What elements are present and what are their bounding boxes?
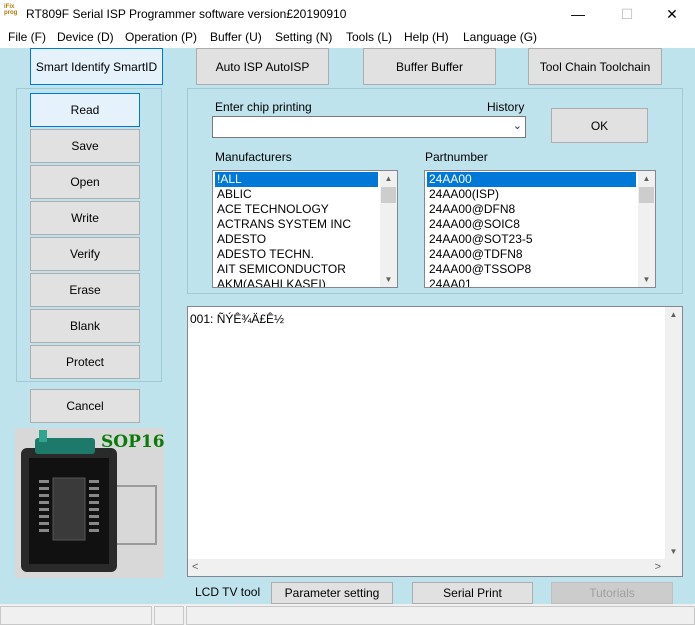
manufacturers-list[interactable]: !ALL ABLIC ACE TECHNOLOGY ACTRANS SYSTEM… bbox=[212, 170, 398, 288]
log-line: 001: ÑÝÊ¾Ä£Ê½ bbox=[190, 312, 285, 326]
list-item[interactable]: 24AA00@SOIC8 bbox=[427, 217, 636, 232]
maximize-button[interactable]: ☐ bbox=[604, 0, 650, 28]
list-item[interactable]: 24AA00 bbox=[427, 172, 636, 187]
protect-button[interactable]: Protect bbox=[30, 345, 140, 379]
status-bar bbox=[0, 604, 695, 625]
list-item[interactable]: ADESTO bbox=[215, 232, 378, 247]
write-button[interactable]: Write bbox=[30, 201, 140, 235]
cancel-button[interactable]: Cancel bbox=[30, 389, 140, 423]
scroll-up-icon[interactable]: ▲ bbox=[380, 171, 397, 186]
window-title: RT809F Serial ISP Programmer software ve… bbox=[26, 7, 347, 21]
serial-print-button[interactable]: Serial Print bbox=[412, 582, 533, 604]
list-item[interactable]: ACTRANS SYSTEM INC bbox=[215, 217, 378, 232]
scroll-thumb[interactable] bbox=[381, 187, 396, 203]
menu-help[interactable]: Help (H) bbox=[404, 30, 449, 44]
partnumber-label: Partnumber bbox=[425, 150, 488, 164]
minimize-button[interactable]: — bbox=[555, 0, 601, 28]
list-item[interactable]: !ALL bbox=[215, 172, 378, 187]
list-item[interactable]: ACE TECHNOLOGY bbox=[215, 202, 378, 217]
ok-button[interactable]: OK bbox=[551, 108, 648, 143]
scroll-down-icon[interactable]: ▼ bbox=[665, 544, 682, 559]
read-button[interactable]: Read bbox=[30, 93, 140, 127]
tutorials-button[interactable]: Tutorials bbox=[551, 582, 673, 604]
list-item[interactable]: 24AA00@SOT23-5 bbox=[427, 232, 636, 247]
erase-button[interactable]: Erase bbox=[30, 273, 140, 307]
package-label: SOP16 bbox=[101, 432, 164, 452]
menu-file[interactable]: File (F) bbox=[8, 30, 46, 44]
enter-chip-label: Enter chip printing bbox=[215, 100, 312, 114]
partnumber-list[interactable]: 24AA00 24AA00(ISP) 24AA00@DFN8 24AA00@SO… bbox=[424, 170, 656, 288]
list-item[interactable]: AIT SEMICONDUCTOR bbox=[215, 262, 378, 277]
list-item[interactable]: 24AA00@TDFN8 bbox=[427, 247, 636, 262]
blank-button[interactable]: Blank bbox=[30, 309, 140, 343]
verify-button[interactable]: Verify bbox=[30, 237, 140, 271]
list-item[interactable]: 24AA00(ISP) bbox=[427, 187, 636, 202]
parameter-setting-button[interactable]: Parameter setting bbox=[271, 582, 393, 604]
status-cell bbox=[0, 606, 152, 625]
lcd-tv-tool-label: LCD TV tool bbox=[195, 585, 261, 599]
status-cell bbox=[154, 606, 184, 625]
log-output[interactable]: 001: ÑÝÊ¾Ä£Ê½ ▲ ▼ < > bbox=[187, 306, 683, 577]
smart-identify-button[interactable]: Smart Identify SmartID bbox=[30, 48, 163, 85]
list-item[interactable]: ADESTO TECHN. bbox=[215, 247, 378, 262]
save-button[interactable]: Save bbox=[30, 129, 140, 163]
log-horizontal-scrollbar[interactable]: < > bbox=[188, 559, 665, 576]
scroll-down-icon[interactable]: ▼ bbox=[638, 272, 655, 287]
menu-language[interactable]: Language (G) bbox=[463, 30, 537, 44]
package-image: SOP16 bbox=[15, 428, 164, 578]
auto-isp-button[interactable]: Auto ISP AutoISP bbox=[196, 48, 329, 85]
menu-operation[interactable]: Operation (P) bbox=[125, 30, 197, 44]
scroll-corner bbox=[665, 559, 682, 576]
menu-device[interactable]: Device (D) bbox=[57, 30, 114, 44]
scroll-right-icon[interactable]: > bbox=[655, 561, 661, 573]
open-button[interactable]: Open bbox=[30, 165, 140, 199]
manufacturers-scrollbar[interactable]: ▲ ▼ bbox=[380, 171, 397, 287]
list-item[interactable]: ABLIC bbox=[215, 187, 378, 202]
scroll-down-icon[interactable]: ▼ bbox=[380, 272, 397, 287]
chevron-down-icon: ⌄ bbox=[512, 120, 522, 132]
scroll-up-icon[interactable]: ▲ bbox=[665, 307, 682, 322]
menu-tools[interactable]: Tools (L) bbox=[346, 30, 392, 44]
list-item[interactable]: 24AA01 bbox=[427, 277, 636, 287]
title-bar: iFix prog RT809F Serial ISP Programmer so… bbox=[0, 0, 695, 28]
history-label: History bbox=[487, 100, 525, 114]
list-item[interactable]: 24AA00@TSSOP8 bbox=[427, 262, 636, 277]
list-item[interactable]: AKM(ASAHI KASEI) bbox=[215, 277, 378, 287]
manufacturers-label: Manufacturers bbox=[215, 150, 292, 164]
scroll-up-icon[interactable]: ▲ bbox=[638, 171, 655, 186]
scroll-thumb[interactable] bbox=[639, 187, 654, 203]
menu-buffer[interactable]: Buffer (U) bbox=[210, 30, 262, 44]
menu-setting[interactable]: Setting (N) bbox=[275, 30, 332, 44]
partnumber-scrollbar[interactable]: ▲ ▼ bbox=[638, 171, 655, 287]
chip-printing-combo[interactable]: ⌄ bbox=[212, 116, 526, 138]
close-button[interactable]: ✕ bbox=[649, 0, 695, 28]
tool-chain-button[interactable]: Tool Chain Toolchain bbox=[528, 48, 662, 85]
menu-bar: File (F) Device (D) Operation (P) Buffer… bbox=[0, 28, 695, 48]
list-item[interactable]: 24AA00@DFN8 bbox=[427, 202, 636, 217]
buffer-button[interactable]: Buffer Buffer bbox=[363, 48, 496, 85]
scroll-left-icon[interactable]: < bbox=[192, 561, 198, 573]
status-cell bbox=[186, 606, 695, 625]
log-vertical-scrollbar[interactable]: ▲ ▼ bbox=[665, 307, 682, 559]
app-logo-icon: iFix prog bbox=[4, 4, 18, 16]
